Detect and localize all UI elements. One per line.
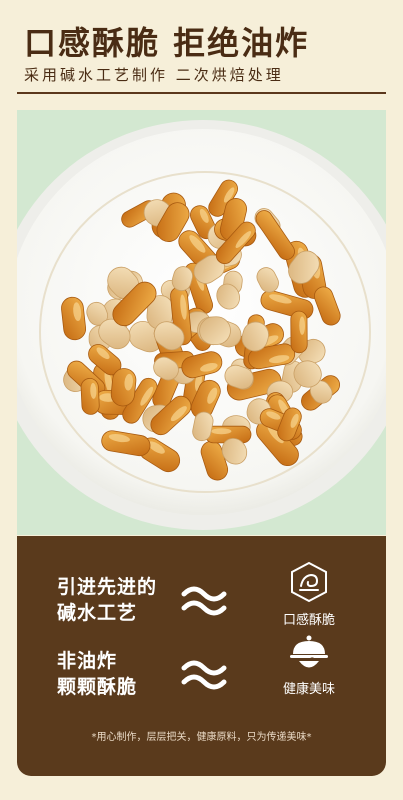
- page-title: 口感酥脆 拒绝油炸: [24, 24, 310, 62]
- covered-dish-icon: [290, 635, 328, 668]
- footer-note: *用心制作，层层把关，健康原料，只为传递美味*: [91, 732, 312, 743]
- approx-sign-icon: [181, 586, 227, 616]
- pretzel-highlight: [211, 428, 232, 435]
- feature-row-2-line-2: 颗颗酥脆: [57, 676, 138, 698]
- pretzel-piece: [290, 310, 308, 354]
- product-photo: [17, 110, 386, 535]
- approx-sign-icon-2: [181, 660, 227, 690]
- feature-label-crisp: 口感酥脆: [282, 613, 335, 628]
- pretzel-bowl-illustration: [17, 110, 386, 535]
- header-divider: [17, 92, 386, 94]
- feature-row-1-line-1: 引进先进的: [57, 576, 158, 598]
- feature-label-healthy: 健康美味: [282, 682, 335, 697]
- pretzel-crumb: [199, 316, 231, 346]
- feature-row-2-line-1: 非油炸: [57, 650, 118, 672]
- feature-row-1-text: 引进先进的 碱水工艺: [57, 574, 157, 626]
- feature-row-1-line-2: 碱水工艺: [57, 602, 138, 624]
- crisp-wave-icon: [291, 561, 327, 603]
- pretzel-piece: [80, 378, 100, 415]
- feature-row-2-text: 非油炸 颗颗酥脆: [57, 648, 137, 700]
- page-subtitle: 采用碱水工艺制作 二次烘焙处理: [24, 66, 284, 84]
- features-panel: 引进先进的 碱水工艺 口感酥脆 非油炸 颗颗酥脆 健康美味 *用心制作，层层把关…: [17, 536, 386, 776]
